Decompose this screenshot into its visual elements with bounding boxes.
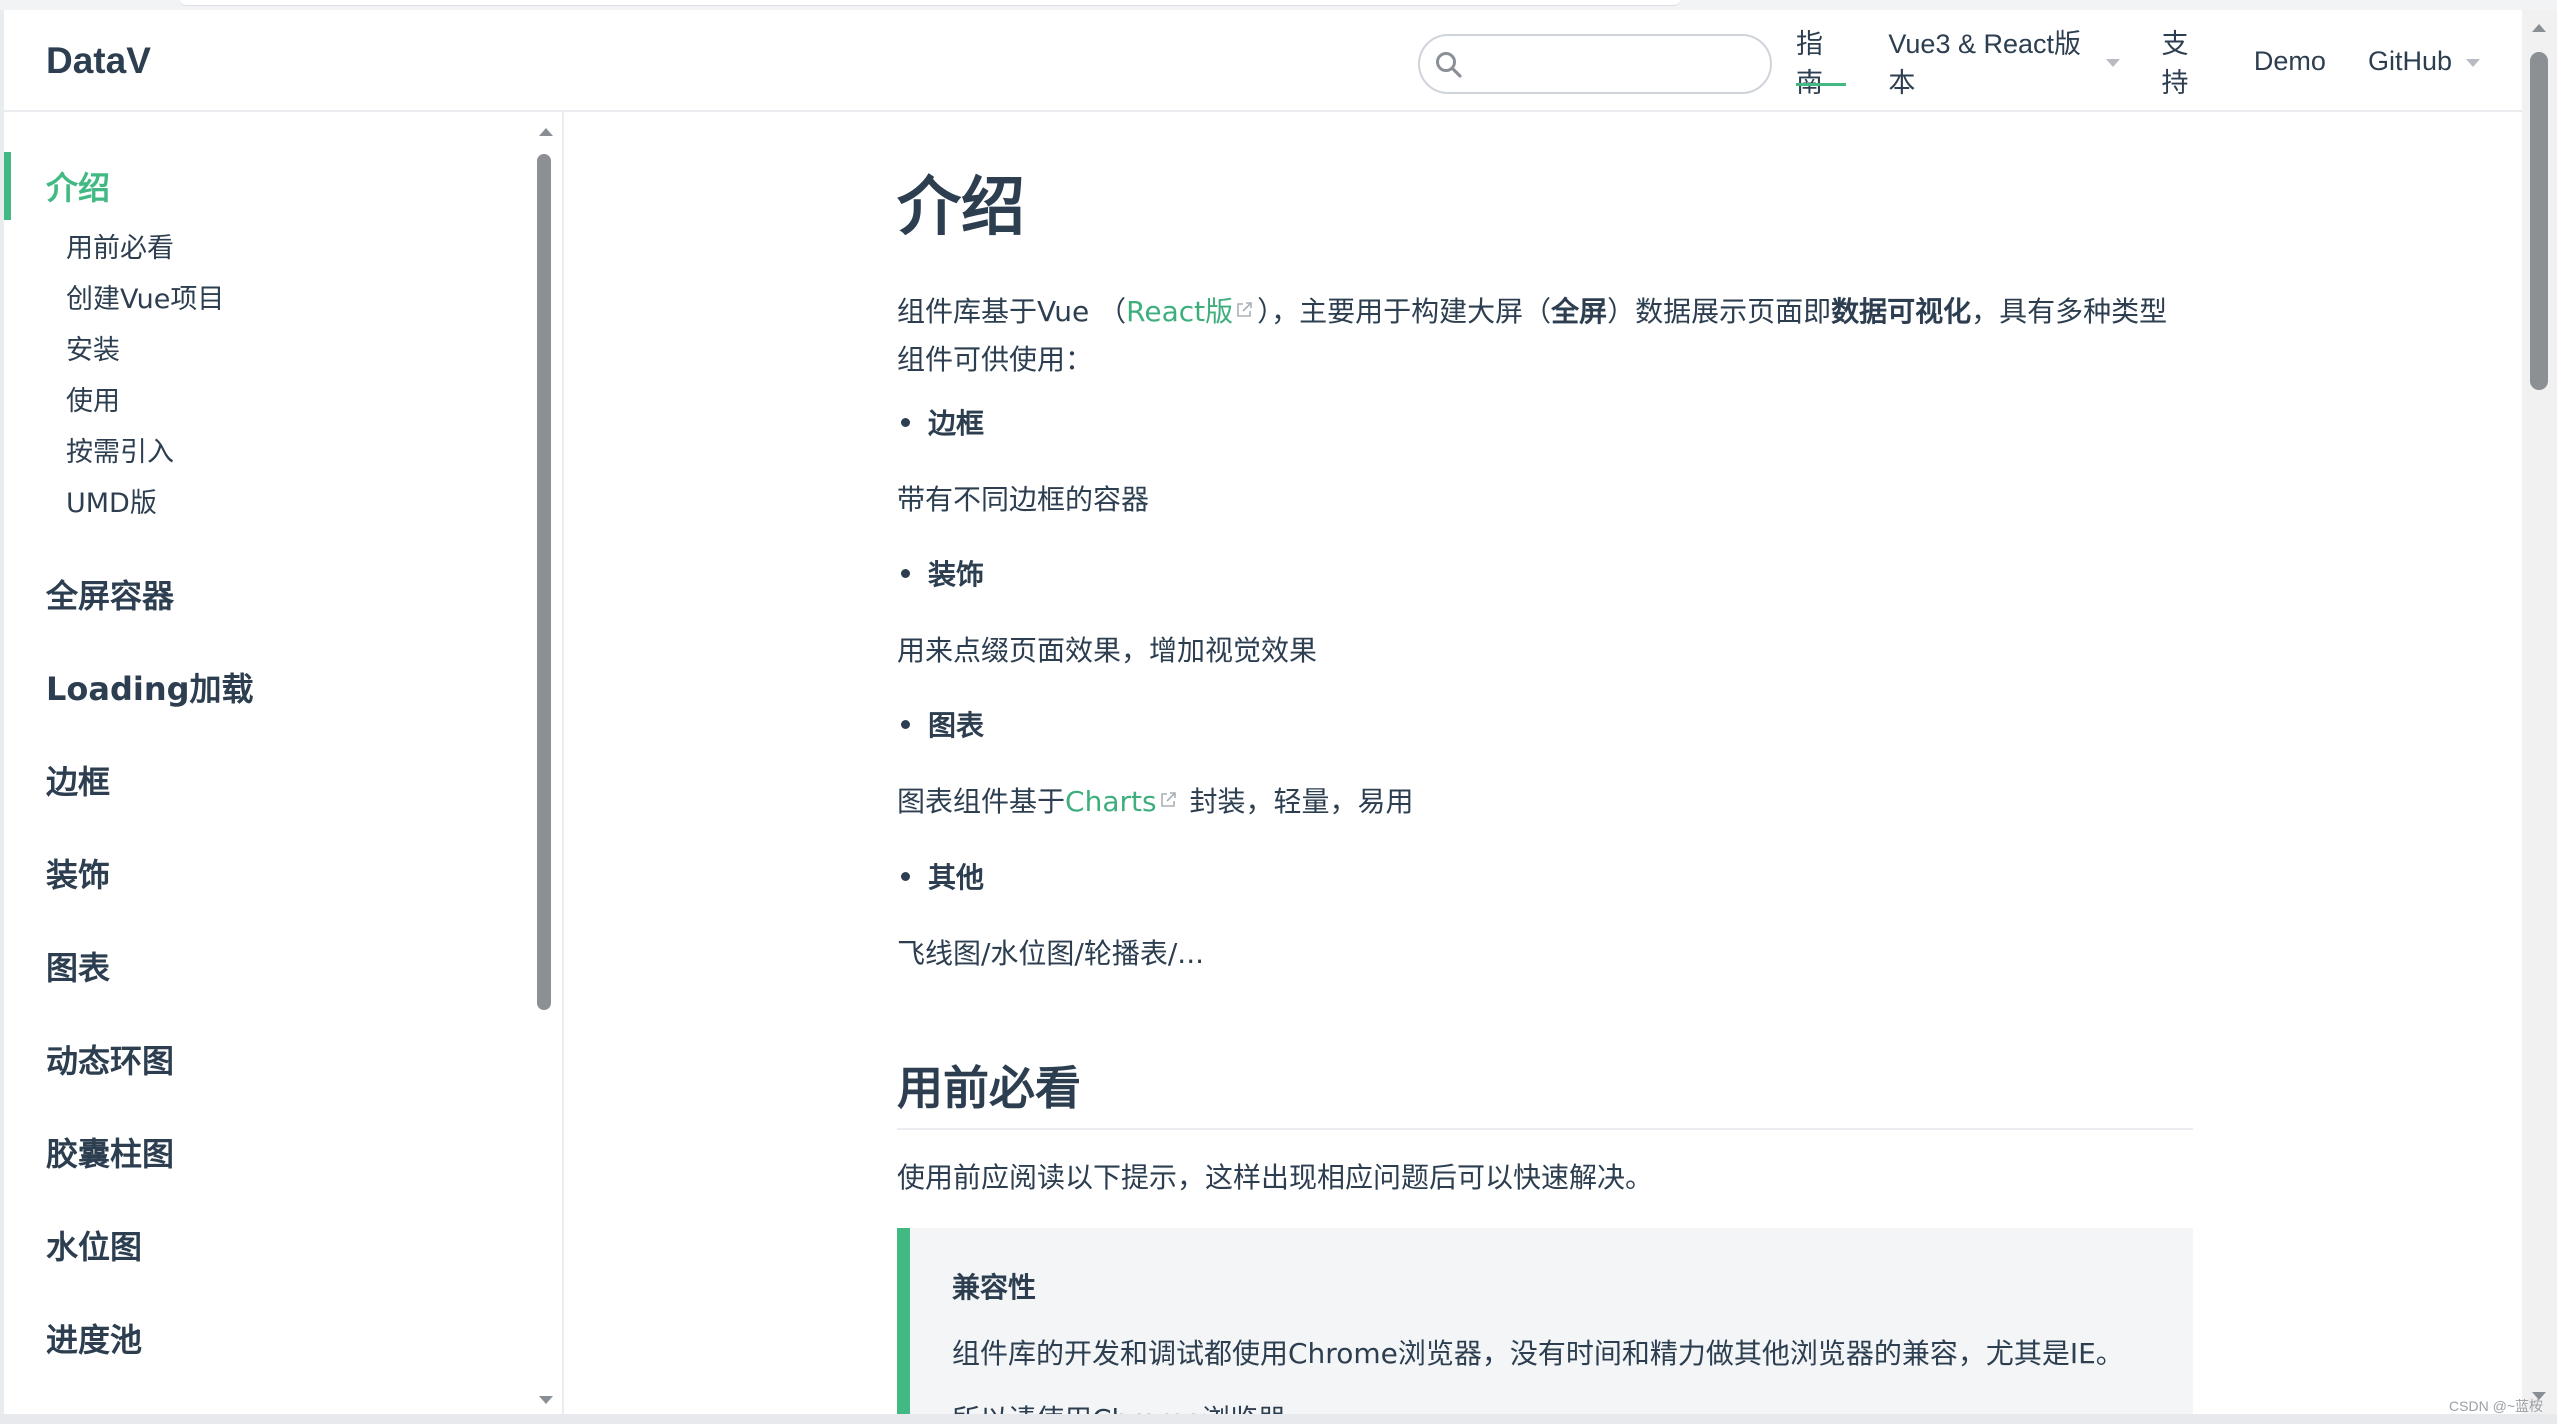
tip-title: 兼容性 bbox=[952, 1271, 1037, 1304]
external-link-icon bbox=[1160, 792, 1176, 807]
section-desc: 带有不同边框的容器 bbox=[897, 483, 1150, 516]
sidebar-item[interactable]: 安装 bbox=[66, 322, 524, 373]
page-scrollbar[interactable] bbox=[2522, 10, 2557, 1414]
section-desc: 飞线图/水位图/轮播表/... bbox=[897, 937, 1205, 970]
browser-tab-edge bbox=[180, 0, 1680, 6]
link-label: React版 bbox=[1126, 295, 1234, 328]
navbar: DataV 指南 Vue3 & React版本 支持 Demo GitHub bbox=[4, 10, 2522, 112]
sidebar-item[interactable]: 用前必看 bbox=[66, 220, 524, 271]
nav-dropdown-versions[interactable]: Vue3 & React版本 bbox=[1888, 29, 2120, 98]
bullet-dot bbox=[901, 568, 910, 578]
nav-link-label: Demo bbox=[2253, 45, 2326, 76]
intro-text: ）数据展示页面即 bbox=[1607, 295, 1832, 328]
section-desc: 图表组件基于Charts 封装，轻量，易用 bbox=[897, 778, 1413, 826]
tip-body: 组件库的开发和调试都使用Chrome浏览器，没有时间和精力做其他浏览器的兼容，尤… bbox=[952, 1337, 2124, 1370]
sidebar-group-decoration[interactable]: 装饰 bbox=[46, 850, 110, 896]
nav-link-support[interactable]: 支持 bbox=[2162, 29, 2212, 98]
react-version-link[interactable]: React版 bbox=[1126, 295, 1257, 328]
desc-text: 封装，轻量，易用 bbox=[1180, 785, 1414, 818]
bullet-border: 边框 bbox=[901, 402, 984, 442]
sidebar-group-title-active[interactable]: 介绍 bbox=[4, 152, 524, 220]
intro-bold-dataviz: 数据可视化 bbox=[1831, 295, 1972, 328]
scrollbar-thumb[interactable] bbox=[2530, 52, 2548, 390]
scroll-up-icon[interactable] bbox=[539, 128, 553, 136]
watermark: CSDN @~蓝桉 bbox=[2449, 1398, 2543, 1414]
sidebar-scrollbar[interactable] bbox=[536, 120, 554, 1412]
link-label: Charts bbox=[1065, 785, 1157, 818]
scroll-down-icon[interactable] bbox=[539, 1396, 553, 1404]
tip-block: 兼容性 组件库的开发和调试都使用Chrome浏览器，没有时间和精力做其他浏览器的… bbox=[897, 1228, 2193, 1414]
sidebar-group-loading[interactable]: Loading加载 bbox=[46, 664, 254, 710]
nav-links: 指南 Vue3 & React版本 支持 Demo GitHub bbox=[1796, 10, 2522, 112]
sidebar: 介绍 用前必看 创建Vue项目 安装 使用 按需引入 UMD版 全屏容器 Loa… bbox=[4, 112, 564, 1414]
chevron-down-icon bbox=[2105, 58, 2120, 67]
sidebar-sublist: 用前必看 创建Vue项目 安装 使用 按需引入 UMD版 bbox=[4, 220, 524, 526]
intro-paragraph: 组件库基于Vue （React版 ），主要用于构建大屏（全屏）数据展示页面即数据可… bbox=[897, 288, 2193, 384]
sidebar-item[interactable]: 使用 bbox=[66, 373, 524, 424]
search-icon bbox=[1436, 52, 1462, 78]
sidebar-group-percent-pond[interactable]: 进度池 bbox=[46, 1315, 142, 1361]
nav-link-label: Vue3 & React版本 bbox=[1888, 29, 2082, 98]
external-link-icon bbox=[1237, 302, 1252, 317]
browser-top-strip bbox=[0, 0, 2557, 10]
nav-dropdown-github[interactable]: GitHub bbox=[2368, 36, 2480, 86]
scrollbar-thumb[interactable] bbox=[537, 154, 551, 1010]
search-input[interactable] bbox=[1418, 34, 1772, 94]
nav-link-label: 支持 bbox=[2161, 29, 2189, 98]
site-logo[interactable]: DataV bbox=[46, 40, 151, 82]
sidebar-group-water-level[interactable]: 水位图 bbox=[46, 1222, 142, 1268]
charts-link[interactable]: Charts bbox=[1065, 785, 1181, 818]
scroll-up-icon[interactable] bbox=[2532, 24, 2546, 32]
chevron-down-icon bbox=[2466, 58, 2480, 67]
nav-link-guide[interactable]: 指南 bbox=[1796, 29, 1847, 98]
bullet-label: 装饰 bbox=[928, 558, 985, 591]
section-desc: 用来点缀页面效果，增加视觉效果 bbox=[897, 634, 1318, 667]
bullet-dot bbox=[901, 417, 910, 427]
page-title: 介绍 bbox=[897, 171, 1025, 245]
bullet-chart: 图表 bbox=[901, 704, 984, 744]
sidebar-group-border[interactable]: 边框 bbox=[46, 757, 110, 803]
sidebar-item[interactable]: UMD版 bbox=[66, 475, 524, 526]
window-bottom-strip bbox=[0, 1414, 2557, 1424]
intro-bold-fullscreen: 全屏 bbox=[1551, 295, 1608, 328]
intro-text: 组件库基于Vue （ bbox=[897, 295, 1127, 328]
bullet-dot bbox=[901, 871, 910, 881]
sidebar-group-intro: 介绍 用前必看 创建Vue项目 安装 使用 按需引入 UMD版 bbox=[4, 152, 524, 526]
bullet-label: 其他 bbox=[928, 861, 985, 894]
bullet-decoration: 装饰 bbox=[901, 553, 984, 593]
nav-link-label: 指南 bbox=[1796, 29, 1823, 98]
tip-more: 所以请使用Chrome浏览器。 bbox=[952, 1398, 1314, 1414]
sidebar-group-ring-chart[interactable]: 动态环图 bbox=[46, 1036, 174, 1082]
sidebar-item[interactable]: 按需引入 bbox=[66, 424, 524, 475]
main-content: 介绍 组件库基于Vue （React版 ），主要用于构建大屏（全屏）数据展示页面即… bbox=[897, 112, 2193, 1414]
intro-text: 组件可供使用： bbox=[897, 343, 1094, 376]
intro-text: ），主要用于构建大屏（ bbox=[1257, 295, 1552, 328]
intro-text: ，具有多种类型 bbox=[1971, 295, 2168, 328]
bullet-label: 边框 bbox=[928, 407, 985, 440]
nav-link-label: GitHub bbox=[2367, 45, 2452, 76]
sidebar-group-capsule-chart[interactable]: 胶囊柱图 bbox=[46, 1129, 174, 1175]
sidebar-item[interactable]: 创建Vue项目 bbox=[66, 271, 524, 322]
section-intro: 使用前应阅读以下提示，这样出现相应问题后可以快速解决。 bbox=[897, 1161, 1654, 1194]
bullet-dot bbox=[901, 719, 910, 729]
desc-text: 图表组件基于 bbox=[897, 785, 1066, 818]
bullet-other: 其他 bbox=[901, 856, 984, 896]
section-heading-before-use: 用前必看 bbox=[897, 1052, 2193, 1130]
bullet-label: 图表 bbox=[928, 709, 985, 742]
sidebar-group-fullscreen[interactable]: 全屏容器 bbox=[46, 571, 174, 617]
sidebar-group-chart[interactable]: 图表 bbox=[46, 943, 110, 989]
nav-link-demo[interactable]: Demo bbox=[2254, 36, 2326, 86]
